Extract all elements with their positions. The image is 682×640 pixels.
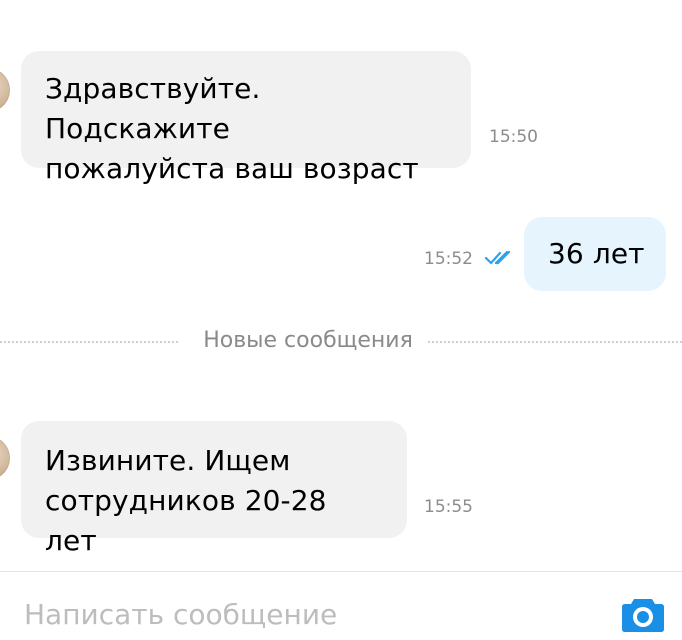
camera-icon[interactable] [620,596,666,634]
separator-label: Новые сообщения [203,328,413,353]
message-text: 36 лет [548,237,645,270]
sender-avatar[interactable] [0,68,10,112]
message-timestamp: 15:52 [424,249,473,269]
message-text: Здравствуйте. Подскажите пожалуйста ваш … [45,72,419,185]
sender-avatar[interactable] [0,436,10,480]
message-input[interactable] [24,594,584,634]
message-text: Извините. Ищем сотрудников 20-28 лет [45,444,327,557]
message-composer [0,571,682,640]
incoming-message-bubble[interactable]: Здравствуйте. Подскажите пожалуйста ваш … [21,51,471,185]
separator-line-right [428,341,682,343]
separator-line-left [0,341,178,343]
incoming-message-bubble[interactable]: Извините. Ищем сотрудников 20-28 лет [21,421,407,557]
double-check-icon [484,250,511,265]
new-messages-separator: Новые сообщения [0,326,682,356]
message-timestamp: 15:55 [424,497,473,517]
message-timestamp: 15:50 [489,127,538,147]
outgoing-message-bubble[interactable]: 36 лет [524,217,666,291]
